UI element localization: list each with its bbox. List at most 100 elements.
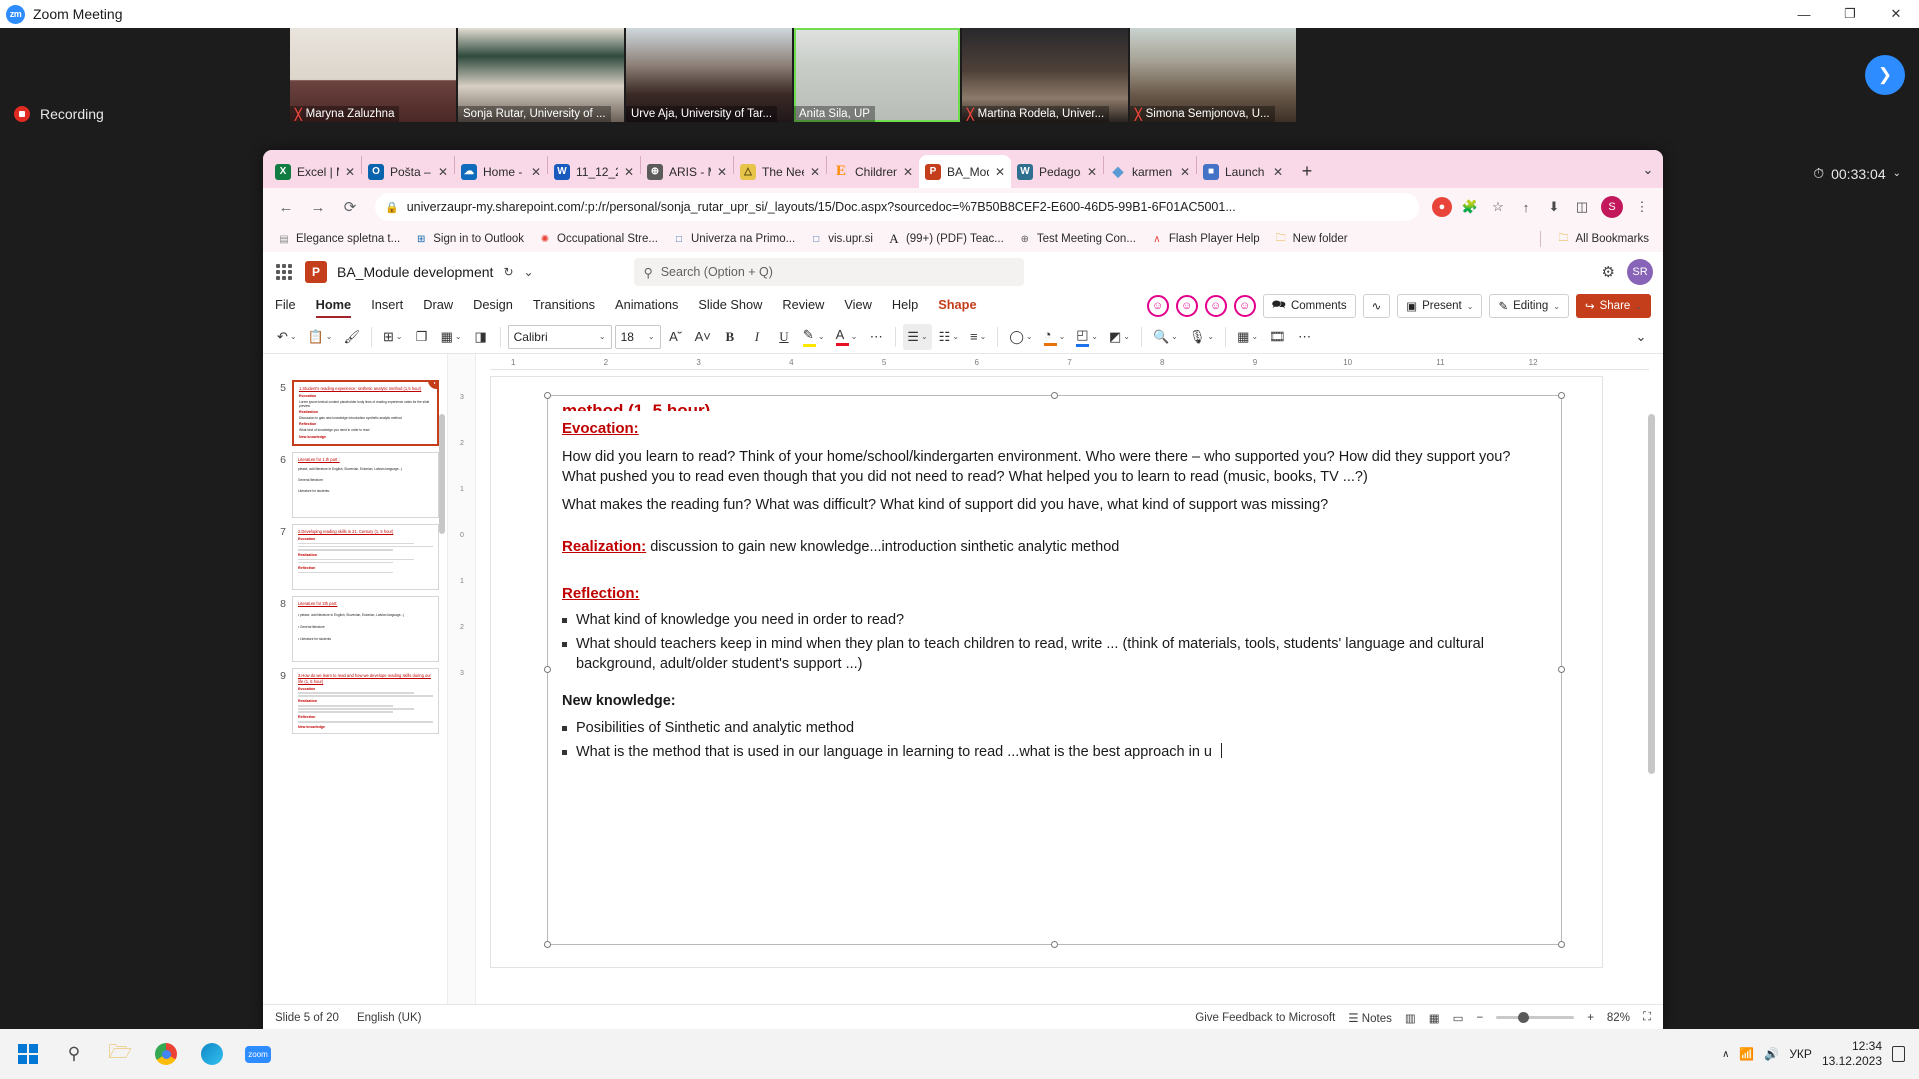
participant-tile[interactable]: ╳ Simona Semjonova, U...	[1130, 28, 1296, 122]
presence-avatar[interactable]: ☺	[1175, 295, 1198, 317]
font-size-select[interactable]: 18 ⌄	[614, 324, 661, 349]
fit-to-window-button[interactable]: ⛶	[1643, 1011, 1651, 1024]
tab-search-icon[interactable]: ⌄	[1633, 156, 1663, 184]
close-icon[interactable]: ✕	[903, 165, 913, 179]
bookmark-item[interactable]: 🗀 New folder	[1268, 230, 1354, 248]
download-icon[interactable]: ⬇	[1541, 194, 1567, 220]
bookmark-item[interactable]: ▤ Elegance spletna t...	[271, 230, 406, 248]
zoom-taskbar-icon[interactable]: zoom	[238, 1034, 278, 1074]
view-reading-button[interactable]: ▭	[1453, 1011, 1464, 1025]
italic-button[interactable]: I	[745, 324, 769, 350]
resize-handle[interactable]	[544, 666, 551, 673]
reset-slide-button[interactable]: ❐	[410, 324, 434, 350]
avatar[interactable]: SR	[1627, 259, 1653, 285]
more-text-options-button[interactable]: ⋯	[864, 324, 888, 350]
document-title[interactable]: BA_Module development	[337, 264, 493, 280]
tab-design[interactable]: Design	[473, 297, 513, 315]
language-indicator[interactable]: English (UK)	[357, 1012, 422, 1024]
file-explorer-icon[interactable]: 🗁	[100, 1034, 140, 1074]
bookmark-item[interactable]: ⊕ Test Meeting Con...	[1012, 230, 1142, 248]
all-bookmarks-button[interactable]: 🗀 All Bookmarks	[1551, 230, 1656, 248]
tab-transitions[interactable]: Transitions	[533, 297, 595, 315]
profile-avatar[interactable]: S	[1601, 196, 1623, 218]
new-tab-button[interactable]: +	[1293, 157, 1321, 185]
chrome-icon[interactable]	[146, 1034, 186, 1074]
close-button[interactable]: ✕	[1873, 0, 1919, 28]
presence-avatar[interactable]: ☺	[1146, 295, 1169, 317]
reload-icon[interactable]: ⟳	[335, 192, 365, 222]
opera-like-icon[interactable]: ●	[1429, 194, 1455, 220]
tab-shape[interactable]: Shape	[938, 297, 976, 315]
tab-view[interactable]: View	[844, 297, 872, 315]
browser-tab[interactable]: W 11_12_20 ✕	[548, 155, 640, 188]
resize-handle[interactable]	[1558, 941, 1565, 948]
close-icon[interactable]: ✕	[624, 165, 634, 179]
back-icon[interactable]: ←	[271, 192, 301, 222]
tab-slide-show[interactable]: Slide Show	[698, 297, 762, 315]
shape-effects-button[interactable]: ◩ ⌄	[1105, 324, 1134, 350]
find-button[interactable]: 🔍 ⌄	[1149, 324, 1182, 350]
tab-home[interactable]: Home	[315, 297, 351, 318]
resize-handle[interactable]	[1558, 666, 1565, 673]
selected-text-placeholder[interactable]: method (1, 5 hour) Evocation: How did yo…	[544, 392, 1565, 948]
slide-scrollbar[interactable]	[1648, 414, 1655, 774]
collapse-ribbon-button[interactable]: ⌄	[1629, 324, 1653, 350]
participant-tile[interactable]: Anita Sila, UP	[794, 28, 960, 122]
participant-tile[interactable]: Urve Aja, University of Tar...	[626, 28, 792, 122]
layout-button[interactable]: ▦ ⌄	[437, 324, 466, 350]
language-indicator[interactable]: УКР	[1789, 1047, 1812, 1061]
browser-tab[interactable]: E Children' ✕	[827, 155, 919, 188]
recording-indicator[interactable]: Recording	[0, 94, 290, 134]
thumbnail-row[interactable]: 8 Literature for 2th part: • please, add…	[263, 590, 447, 662]
resize-handle[interactable]	[1050, 392, 1058, 399]
slide-thumbnail[interactable]: Literature for 2th part: • please, add l…	[292, 596, 439, 662]
clock[interactable]: 12:34 13.12.2023	[1822, 1039, 1882, 1069]
close-icon[interactable]: ✕	[995, 165, 1005, 179]
browser-tab[interactable]: ⊕ ARIS - M ✕	[641, 155, 733, 188]
notes-button[interactable]: ☰ Notes	[1348, 1011, 1392, 1025]
start-button[interactable]	[8, 1034, 48, 1074]
slide-thumbnail[interactable]: 2.Developing reading skills in 21. Centu…	[292, 524, 439, 590]
app-launcher-icon[interactable]	[273, 261, 295, 283]
zoom-level[interactable]: 82%	[1607, 1012, 1630, 1024]
browser-menu-icon[interactable]: ⋮	[1629, 194, 1655, 220]
present-button[interactable]: ▣ Present ⌄	[1397, 294, 1483, 318]
volume-icon[interactable]: 🔊	[1764, 1047, 1779, 1061]
media-button[interactable]: 🎞	[1265, 324, 1290, 350]
bullets-button[interactable]: ☰ ⌄	[903, 323, 932, 350]
sidepanel-icon[interactable]: ◫	[1569, 194, 1595, 220]
tab-help[interactable]: Help	[892, 297, 918, 315]
undo-button[interactable]: ↶ ⌄	[273, 324, 301, 350]
underline-button[interactable]: U	[772, 324, 796, 350]
participant-tile[interactable]: ╳ Martina Rodela, Univer...	[962, 28, 1128, 122]
address-bar[interactable]: 🔒 univerzaupr-my.sharepoint.com/:p:/r/pe…	[375, 193, 1419, 221]
decrease-font-size-button[interactable]: A˅	[691, 324, 715, 350]
resize-handle[interactable]	[1050, 941, 1058, 948]
presence-avatar[interactable]: ☺	[1233, 295, 1256, 317]
close-icon[interactable]: ✕	[531, 165, 541, 179]
tab-insert[interactable]: Insert	[371, 297, 403, 315]
participant-tile[interactable]: Sonja Rutar, University of ...	[458, 28, 624, 122]
close-icon[interactable]: ✕	[1273, 165, 1283, 179]
thumbnail-scrollbar[interactable]	[439, 414, 445, 534]
thumbnail-row[interactable]: 6 Literature for 1.th part : please, add…	[263, 446, 447, 518]
align-button[interactable]: ≡ ⌄	[966, 324, 990, 350]
slide-body-text[interactable]: method (1, 5 hour) Evocation: How did yo…	[548, 396, 1561, 771]
forward-icon[interactable]: →	[303, 192, 333, 222]
notification-icon[interactable]	[1892, 1046, 1905, 1062]
zoom-slider[interactable]	[1496, 1012, 1575, 1023]
slide-canvas[interactable]: method (1, 5 hour) Evocation: How did yo…	[490, 376, 1603, 968]
zoom-slider-knob[interactable]	[1518, 1012, 1530, 1023]
bold-button[interactable]: B	[718, 324, 742, 350]
close-icon[interactable]: ✕	[810, 165, 820, 179]
share-button[interactable]: ↪ Share ⌄	[1575, 294, 1651, 318]
font-color-button[interactable]: A ⌄	[832, 324, 862, 350]
chevron-down-icon[interactable]: ⌄	[524, 265, 534, 279]
tab-draw[interactable]: Draw	[423, 297, 453, 315]
close-icon[interactable]: ✕	[345, 165, 355, 179]
slide-thumbnail[interactable]: Literature for 1.th part : please, add l…	[292, 452, 439, 518]
font-name-select[interactable]: Calibri ⌄	[507, 324, 612, 349]
browser-tab-active[interactable]: P BA_Modu ✕	[919, 155, 1011, 188]
chevron-up-icon[interactable]: ∧	[1722, 1049, 1729, 1060]
resize-handle[interactable]	[1558, 392, 1565, 399]
